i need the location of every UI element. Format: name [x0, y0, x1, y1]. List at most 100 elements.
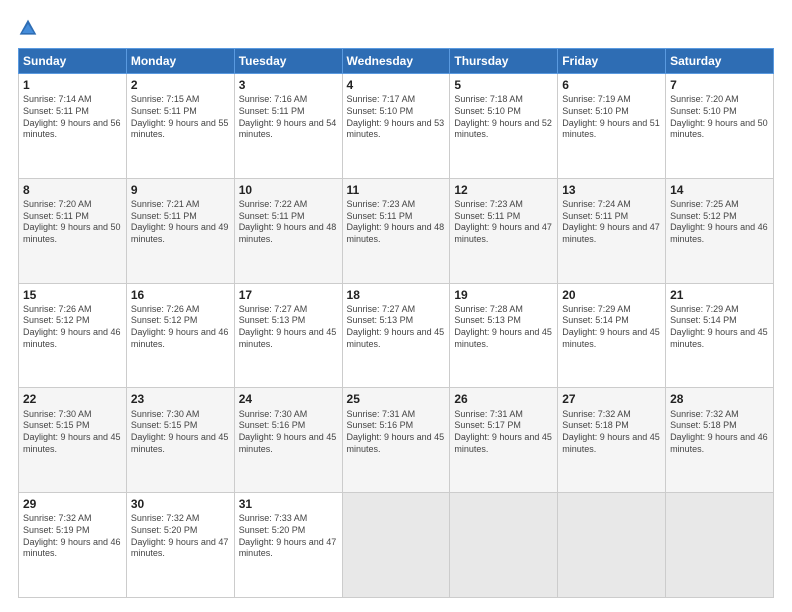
day-number: 1 [23, 77, 122, 93]
day-cell [342, 493, 450, 598]
day-cell [666, 493, 774, 598]
day-cell: 20Sunrise: 7:29 AM Sunset: 5:14 PM Dayli… [558, 283, 666, 388]
day-number: 13 [562, 182, 661, 198]
day-cell: 4Sunrise: 7:17 AM Sunset: 5:10 PM Daylig… [342, 74, 450, 179]
day-number: 10 [239, 182, 338, 198]
day-cell: 1Sunrise: 7:14 AM Sunset: 5:11 PM Daylig… [19, 74, 127, 179]
header-row: SundayMondayTuesdayWednesdayThursdayFrid… [19, 49, 774, 74]
day-number: 29 [23, 496, 122, 512]
day-info: Sunrise: 7:32 AM Sunset: 5:18 PM Dayligh… [562, 409, 661, 456]
day-cell: 24Sunrise: 7:30 AM Sunset: 5:16 PM Dayli… [234, 388, 342, 493]
week-row-1: 1Sunrise: 7:14 AM Sunset: 5:11 PM Daylig… [19, 74, 774, 179]
day-info: Sunrise: 7:23 AM Sunset: 5:11 PM Dayligh… [347, 199, 446, 246]
day-number: 4 [347, 77, 446, 93]
day-cell: 29Sunrise: 7:32 AM Sunset: 5:19 PM Dayli… [19, 493, 127, 598]
day-number: 11 [347, 182, 446, 198]
day-cell: 2Sunrise: 7:15 AM Sunset: 5:11 PM Daylig… [126, 74, 234, 179]
day-info: Sunrise: 7:29 AM Sunset: 5:14 PM Dayligh… [562, 304, 661, 351]
day-cell: 31Sunrise: 7:33 AM Sunset: 5:20 PM Dayli… [234, 493, 342, 598]
week-row-4: 22 Sunrise: 7:30 AM Sunset: 5:15 PM Dayli… [19, 388, 774, 493]
day-info: Sunrise: 7:26 AM Sunset: 5:12 PM Dayligh… [131, 304, 230, 351]
logo-icon [18, 18, 38, 38]
day-info: Sunrise: 7:15 AM Sunset: 5:11 PM Dayligh… [131, 94, 230, 141]
day-info: Sunrise: 7:26 AM Sunset: 5:12 PM Dayligh… [23, 304, 122, 351]
day-cell: 26Sunrise: 7:31 AM Sunset: 5:17 PM Dayli… [450, 388, 558, 493]
day-number: 22 [23, 391, 122, 407]
day-number: 20 [562, 287, 661, 303]
day-number: 12 [454, 182, 553, 198]
day-cell: 16Sunrise: 7:26 AM Sunset: 5:12 PM Dayli… [126, 283, 234, 388]
day-cell: 11Sunrise: 7:23 AM Sunset: 5:11 PM Dayli… [342, 178, 450, 283]
day-info: Sunrise: 7:23 AM Sunset: 5:11 PM Dayligh… [454, 199, 553, 246]
day-info: Sunrise: 7:29 AM Sunset: 5:14 PM Dayligh… [670, 304, 769, 351]
day-info: Sunrise: 7:20 AM Sunset: 5:11 PM Dayligh… [23, 199, 122, 246]
day-number: 31 [239, 496, 338, 512]
day-cell [558, 493, 666, 598]
day-info: Sunrise: 7:30 AM Sunset: 5:15 PM Dayligh… [131, 409, 230, 456]
day-number: 27 [562, 391, 661, 407]
day-cell: 14Sunrise: 7:25 AM Sunset: 5:12 PM Dayli… [666, 178, 774, 283]
day-number: 7 [670, 77, 769, 93]
day-number: 5 [454, 77, 553, 93]
day-info: Sunrise: 7:32 AM Sunset: 5:19 PM Dayligh… [23, 513, 122, 560]
day-cell: 15Sunrise: 7:26 AM Sunset: 5:12 PM Dayli… [19, 283, 127, 388]
header [18, 18, 774, 38]
header-cell-wednesday: Wednesday [342, 49, 450, 74]
header-cell-thursday: Thursday [450, 49, 558, 74]
day-info: Sunrise: 7:18 AM Sunset: 5:10 PM Dayligh… [454, 94, 553, 141]
header-cell-tuesday: Tuesday [234, 49, 342, 74]
day-number: 15 [23, 287, 122, 303]
day-number: 26 [454, 391, 553, 407]
header-cell-monday: Monday [126, 49, 234, 74]
day-cell: 9Sunrise: 7:21 AM Sunset: 5:11 PM Daylig… [126, 178, 234, 283]
day-cell: 21Sunrise: 7:29 AM Sunset: 5:14 PM Dayli… [666, 283, 774, 388]
day-cell: 17Sunrise: 7:27 AM Sunset: 5:13 PM Dayli… [234, 283, 342, 388]
day-info: Sunrise: 7:33 AM Sunset: 5:20 PM Dayligh… [239, 513, 338, 560]
day-number: 9 [131, 182, 230, 198]
week-row-3: 15Sunrise: 7:26 AM Sunset: 5:12 PM Dayli… [19, 283, 774, 388]
day-number: 18 [347, 287, 446, 303]
day-cell: 28 Sunrise: 7:32 AM Sunset: 5:18 PM Dayli… [666, 388, 774, 493]
day-number: 14 [670, 182, 769, 198]
day-number: 17 [239, 287, 338, 303]
day-cell: 23Sunrise: 7:30 AM Sunset: 5:15 PM Dayli… [126, 388, 234, 493]
day-number: 16 [131, 287, 230, 303]
day-cell: 22Sunrise: 7:30 AM Sunset: 5:15 PM Dayli… [19, 388, 127, 493]
week-row-5: 29Sunrise: 7:32 AM Sunset: 5:19 PM Dayli… [19, 493, 774, 598]
day-cell: 12Sunrise: 7:23 AM Sunset: 5:11 PM Dayli… [450, 178, 558, 283]
day-cell: 18Sunrise: 7:27 AM Sunset: 5:13 PM Dayli… [342, 283, 450, 388]
day-cell: 7Sunrise: 7:20 AM Sunset: 5:10 PM Daylig… [666, 74, 774, 179]
day-info: Sunrise: 7:17 AM Sunset: 5:10 PM Dayligh… [347, 94, 446, 141]
week-row-2: 8Sunrise: 7:20 AM Sunset: 5:11 PM Daylig… [19, 178, 774, 283]
day-cell: 5Sunrise: 7:18 AM Sunset: 5:10 PM Daylig… [450, 74, 558, 179]
day-info: Sunrise: 7:32 AM Sunset: 5:20 PM Dayligh… [131, 513, 230, 560]
calendar-table: SundayMondayTuesdayWednesdayThursdayFrid… [18, 48, 774, 598]
day-number: 28 [670, 391, 769, 407]
day-info: Sunrise: 7:32 AM Sunset: 5:18 PM Dayligh… [670, 409, 769, 456]
day-number: 25 [347, 391, 446, 407]
day-info: Sunrise: 7:27 AM Sunset: 5:13 PM Dayligh… [239, 304, 338, 351]
day-cell: 3Sunrise: 7:16 AM Sunset: 5:11 PM Daylig… [234, 74, 342, 179]
day-number: 6 [562, 77, 661, 93]
day-number: 21 [670, 287, 769, 303]
day-info: Sunrise: 7:20 AM Sunset: 5:10 PM Dayligh… [670, 94, 769, 141]
day-cell [450, 493, 558, 598]
day-info: Sunrise: 7:24 AM Sunset: 5:11 PM Dayligh… [562, 199, 661, 246]
day-info: Sunrise: 7:27 AM Sunset: 5:13 PM Dayligh… [347, 304, 446, 351]
day-number: 8 [23, 182, 122, 198]
logo [18, 18, 42, 38]
page: SundayMondayTuesdayWednesdayThursdayFrid… [0, 0, 792, 612]
day-info: Sunrise: 7:28 AM Sunset: 5:13 PM Dayligh… [454, 304, 553, 351]
day-info: Sunrise: 7:31 AM Sunset: 5:16 PM Dayligh… [347, 409, 446, 456]
header-cell-saturday: Saturday [666, 49, 774, 74]
day-cell: 8Sunrise: 7:20 AM Sunset: 5:11 PM Daylig… [19, 178, 127, 283]
header-cell-friday: Friday [558, 49, 666, 74]
day-info: Sunrise: 7:22 AM Sunset: 5:11 PM Dayligh… [239, 199, 338, 246]
day-info: Sunrise: 7:14 AM Sunset: 5:11 PM Dayligh… [23, 94, 122, 141]
day-cell: 19Sunrise: 7:28 AM Sunset: 5:13 PM Dayli… [450, 283, 558, 388]
day-cell: 30Sunrise: 7:32 AM Sunset: 5:20 PM Dayli… [126, 493, 234, 598]
day-info: Sunrise: 7:16 AM Sunset: 5:11 PM Dayligh… [239, 94, 338, 141]
day-cell: 10Sunrise: 7:22 AM Sunset: 5:11 PM Dayli… [234, 178, 342, 283]
header-cell-sunday: Sunday [19, 49, 127, 74]
day-number: 3 [239, 77, 338, 93]
